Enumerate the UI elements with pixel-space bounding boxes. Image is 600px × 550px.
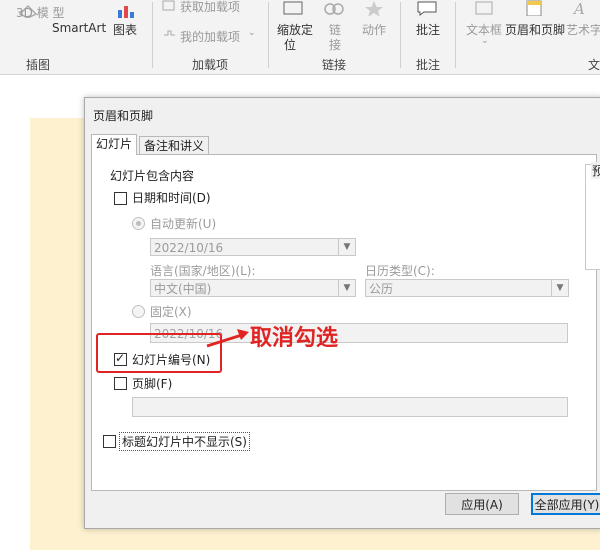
ribbon-separator [152,2,153,68]
wordart-icon: A [572,0,585,16]
calendar-value: 公历 [369,282,394,296]
header-footer-dialog: 页眉和页脚 幻灯片 备注和讲义 幻灯片包含内容 日期和时间(D) 自动更新(U)… [84,97,600,529]
group-addins: 加载项 [192,58,229,72]
preview-pane [585,164,600,270]
action-star-icon [365,1,383,16]
date-format-value: 2022/10/16 [154,241,224,255]
ribbon-separator [455,2,456,68]
apply-button[interactable]: 应用(A) [445,493,519,515]
calendar-combo[interactable]: 公历 ▼ [365,279,569,297]
group-comments: 批注 [416,58,441,72]
calendar-label: 日历类型(C): [365,264,435,278]
language-value: 中文(中国) [154,282,212,296]
ribbon: 3D 模 型 SmartArt 图表 插图 获取加载项 我的加载项 ⌄ 加载项 … [0,0,600,75]
wordart-button[interactable]: 艺术字 [566,21,600,38]
comment-button[interactable]: 批注 [416,21,440,38]
link-button-line2: 接 [329,38,342,52]
smartart-button[interactable]: SmartArt [52,21,106,35]
zoom-icon [283,1,303,15]
3d-model-button[interactable]: 3D 模 型 [16,4,65,22]
footer-input[interactable] [132,397,568,417]
chart-button[interactable]: 图表 [113,21,137,38]
my-addins-button[interactable]: 我的加载项 [180,28,240,45]
dont-show-title-label: 标题幻灯片中不显示(S) [119,432,250,451]
action-button[interactable]: 动作 [362,21,386,38]
auto-update-label: 自动更新(U) [150,217,217,231]
group-text: 文 [588,58,600,72]
fixed-label: 固定(X) [150,305,192,319]
link-icon [324,3,344,15]
store-icon [162,0,175,11]
my-addins-icon [164,30,175,36]
comment-icon [417,1,437,16]
date-time-label: 日期和时间(D) [132,191,211,205]
fixed-radio[interactable] [132,305,145,318]
footer-checkbox[interactable] [114,377,127,390]
group-illustrations: 插图 [26,58,51,72]
footer-label: 页脚(F) [132,377,173,391]
section-title: 幻灯片包含内容 [110,169,195,183]
tab-notes-handouts[interactable]: 备注和讲义 [139,136,210,155]
chevron-down-icon[interactable]: ▼ [338,239,355,255]
annotation-arrow-icon [206,329,249,348]
apply-all-button[interactable]: 全部应用(Y) [531,493,600,515]
language-label: 语言(国家/地区)(L): [150,264,256,278]
ribbon-separator [400,2,401,68]
svg-text:A: A [572,0,585,16]
zoom-button-line2: 位 [284,38,297,52]
date-format-combo[interactable]: 2022/10/16 ▼ [150,238,356,256]
tab-slide[interactable]: 幻灯片 [91,134,138,155]
preview-label: 预 [591,162,600,179]
auto-update-radio[interactable] [132,217,145,230]
date-time-checkbox[interactable] [114,192,127,205]
dialog-title: 页眉和页脚 [93,109,154,123]
dont-show-title-checkbox[interactable] [103,435,116,448]
textbox-icon [475,1,493,15]
group-links: 链接 [322,58,347,72]
chart-icon [118,6,134,18]
ribbon-separator [268,2,269,68]
chevron-down-icon[interactable]: ⌄ [481,36,489,46]
language-combo[interactable]: 中文(中国) ▼ [150,279,356,297]
chevron-down-icon[interactable]: ⌄ [248,28,256,38]
header-footer-icon [526,0,542,16]
chevron-down-icon[interactable]: ▼ [338,280,355,296]
annotation-highlight-box [96,333,222,373]
chevron-down-icon[interactable]: ▼ [551,280,568,296]
annotation-text: 取消勾选 [250,326,339,351]
header-footer-button[interactable]: 页眉和页脚 [505,21,565,38]
get-addins-button[interactable]: 获取加载项 [180,0,240,15]
